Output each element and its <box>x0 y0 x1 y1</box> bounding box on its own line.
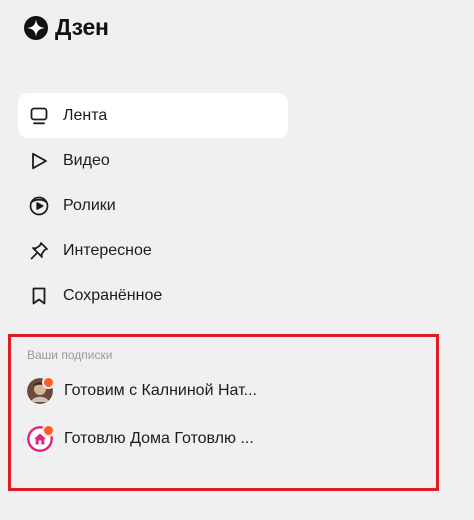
play-icon <box>28 150 50 172</box>
update-dot <box>42 376 55 389</box>
dzen-logo-icon <box>24 15 48 40</box>
subscriptions-title: Ваши подписки <box>27 348 113 362</box>
nav-item-interesting[interactable]: Интересное <box>18 228 288 273</box>
nav-item-label: Видео <box>63 151 110 169</box>
nav-item-shorts[interactable]: Ролики <box>18 183 288 228</box>
subscriptions-section: Ваши подписки Готовим с Калниной Нат... <box>8 334 439 491</box>
main-nav: Лента Видео Ролики Интересное Сохранённо… <box>18 93 288 318</box>
shorts-icon <box>28 195 50 217</box>
nav-item-label: Интересное <box>63 241 152 259</box>
subscription-item-kalnina[interactable]: Готовим с Калниной Нат... <box>27 376 257 404</box>
nav-item-saved[interactable]: Сохранённое <box>18 273 288 318</box>
nav-item-label: Сохранённое <box>63 286 163 304</box>
brand-logo[interactable]: Дзен <box>24 14 109 41</box>
pin-icon <box>28 240 50 262</box>
subscription-label: Готовлю Дома Готовлю ... <box>64 430 254 447</box>
brand-name: Дзен <box>55 14 109 40</box>
nav-item-label: Лента <box>63 106 108 124</box>
house-logo-avatar <box>27 424 55 452</box>
bookmark-icon <box>28 285 50 307</box>
feed-icon <box>28 105 50 127</box>
nav-item-label: Ролики <box>63 196 116 214</box>
update-dot <box>42 424 55 437</box>
chef-photo-avatar <box>27 376 55 404</box>
dzen-sidebar: Дзен Лента Видео Ролики Интересное Сохра… <box>0 0 474 520</box>
nav-item-feed[interactable]: Лента <box>18 93 288 138</box>
subscription-label: Готовим с Калниной Нат... <box>64 382 257 399</box>
nav-item-video[interactable]: Видео <box>18 138 288 183</box>
subscription-item-gotovlyu-doma[interactable]: Готовлю Дома Готовлю ... <box>27 424 254 452</box>
